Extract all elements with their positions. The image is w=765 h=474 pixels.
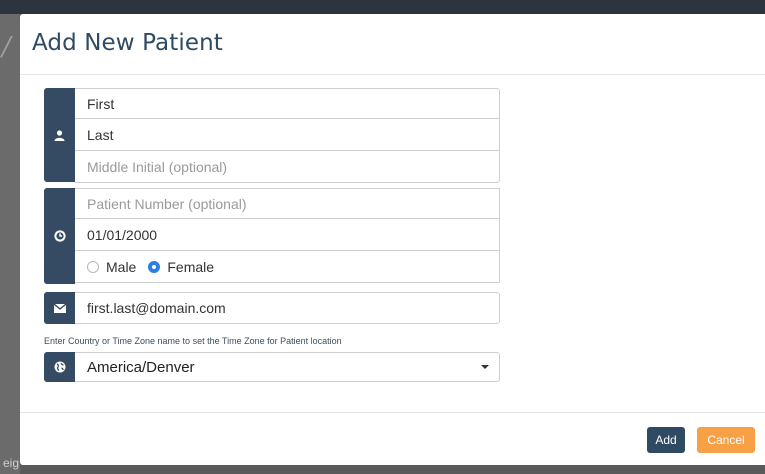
- last-name-field[interactable]: Last: [75, 119, 500, 151]
- add-patient-modal: Add New Patient First Last Middle Initia…: [20, 14, 765, 465]
- clock-icon: [44, 188, 75, 284]
- chevron-down-icon[interactable]: [481, 365, 489, 369]
- timezone-selected-value: America/Denver: [87, 358, 195, 376]
- backdrop-header: [0, 0, 765, 14]
- gender-female-radio[interactable]: [148, 260, 161, 273]
- globe-icon: [44, 352, 75, 382]
- timezone-select[interactable]: America/Denver: [75, 352, 500, 382]
- modal-footer: Add Cancel: [20, 412, 765, 466]
- gender-radio-row: Male Female: [75, 251, 500, 283]
- modal-title: Add New Patient: [32, 30, 223, 56]
- email-input-group: first.last@domain.com: [44, 292, 500, 324]
- gender-male-label[interactable]: Male: [106, 259, 136, 275]
- add-button[interactable]: Add: [647, 427, 685, 453]
- name-input-group: First Last Middle Initial (optional): [44, 88, 500, 183]
- backdrop-left-panel: / eig: [0, 14, 20, 474]
- gender-male-radio[interactable]: [87, 260, 99, 273]
- middle-initial-field[interactable]: Middle Initial (optional): [75, 151, 500, 183]
- backdrop-logo-glyph: /: [2, 32, 11, 62]
- timezone-hint: Enter Country or Time Zone name to set t…: [44, 336, 342, 346]
- patient-details-group: Patient Number (optional) 01/01/2000 Mal…: [44, 188, 500, 284]
- cancel-button[interactable]: Cancel: [697, 427, 755, 453]
- envelope-icon: [44, 292, 75, 324]
- backdrop-partial-text: eig: [3, 456, 20, 470]
- patient-number-field[interactable]: Patient Number (optional): [75, 188, 500, 219]
- timezone-select-group: America/Denver: [44, 352, 500, 382]
- gender-female-label[interactable]: Female: [167, 259, 214, 275]
- date-of-birth-field[interactable]: 01/01/2000: [75, 219, 500, 251]
- first-name-field[interactable]: First: [75, 88, 500, 119]
- user-icon: [44, 88, 75, 182]
- email-field[interactable]: first.last@domain.com: [75, 292, 500, 324]
- modal-header: Add New Patient: [20, 14, 765, 75]
